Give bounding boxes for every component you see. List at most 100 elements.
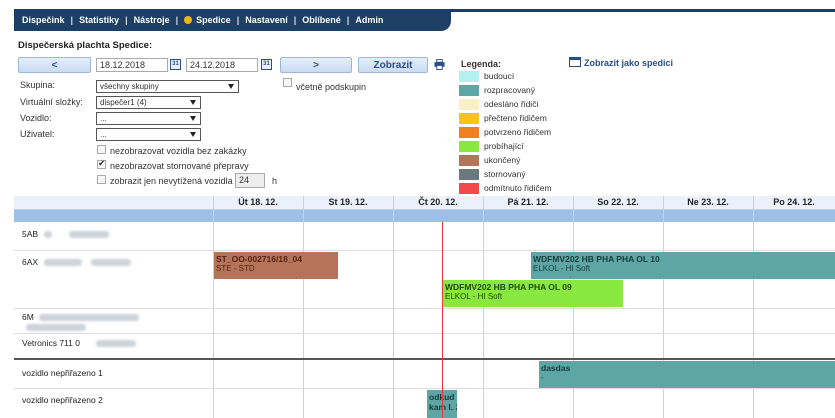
nav-item-admin[interactable]: Admin — [355, 15, 383, 25]
day-header: Út 18. 12. — [238, 197, 278, 207]
gantt-task[interactable]: WDFMV202 HB PHA PHA OL 09 ELKOL - HI Sof… — [443, 280, 623, 307]
redacted-text — [96, 340, 137, 348]
gantt-row-label: vozidlo nepřiřazeno 2 — [22, 395, 103, 405]
gantt-task[interactable]: dasdas - — [539, 361, 835, 388]
redacted-text — [39, 314, 140, 322]
legend-label: budoucí — [484, 71, 515, 81]
user-select[interactable]: ... — [96, 128, 201, 141]
legend-label: stornovaný — [484, 169, 526, 179]
group-select[interactable]: všechny skupiny — [96, 80, 239, 93]
date-to-input[interactable]: 24.12.2018 — [186, 58, 258, 72]
row-separator — [14, 388, 835, 389]
chevron-down-icon — [190, 100, 196, 105]
group-select-value: všechny skupiny — [100, 82, 159, 91]
task-title: ST_OO-002716/18_04 — [216, 254, 303, 264]
legend-swatch — [459, 155, 479, 166]
nav-item-spedice[interactable]: Spedice — [196, 15, 231, 25]
legend-label: odmítnuto řidičem — [484, 183, 552, 193]
task-title: WDFMV202 HB PHA PHA OL 10 — [533, 254, 660, 264]
prev-week-button[interactable]: < — [18, 57, 91, 73]
legend-swatch — [459, 113, 479, 124]
calendar-icon[interactable]: 31 — [261, 59, 272, 70]
nav-item-nastroje[interactable]: Nástroje — [134, 15, 170, 25]
task-subtitle: ELKOL - HI Soft — [533, 264, 591, 273]
redacted-text — [44, 231, 53, 239]
gantt-row-label: Vetronics 711 0 — [22, 338, 137, 348]
row-separator — [14, 358, 835, 360]
task-subtitle: STE - STD — [216, 264, 255, 273]
user-label: Uživatel: — [20, 129, 55, 139]
vehicle-label: Vozidlo: — [20, 113, 52, 123]
legend-swatch — [459, 183, 479, 194]
day-header: So 22. 12. — [597, 197, 639, 207]
redacted-text — [68, 231, 109, 239]
hide-empty-vehicles-checkbox[interactable] — [97, 145, 106, 154]
vehicle-plate: Vetronics 711 0 — [22, 338, 80, 348]
task-title: dasdas — [541, 363, 571, 373]
header-line — [451, 9, 835, 12]
vehicle-plate: 5AB — [22, 229, 39, 239]
legend-label: rozpracovaný — [484, 85, 536, 95]
grid-line — [393, 196, 394, 418]
nav-item-statistiky[interactable]: Statistiky — [79, 15, 119, 25]
gantt-row-label: 5AB — [22, 229, 109, 239]
hide-cancelled-label: nezobrazovat stornované přepravy — [110, 161, 249, 171]
legend-swatch — [459, 141, 479, 152]
gantt-task[interactable]: ST_OO-002716/18_04 STE - STD — [214, 252, 338, 279]
vehicle-select[interactable]: ... — [96, 112, 201, 125]
vehicle-plate: 6AX — [22, 257, 39, 267]
redacted-text — [26, 324, 86, 332]
gantt-task[interactable]: WDFMV202 HB PHA PHA OL 10 ELKOL - HI Sof… — [531, 252, 835, 279]
calendar-icon[interactable]: 31 — [170, 59, 181, 70]
hours-unit: h — [272, 176, 278, 186]
include-subgroups-label: včetně podskupin — [296, 82, 367, 92]
group-label: Skupina: — [20, 80, 56, 90]
active-dot-icon — [184, 16, 193, 24]
hide-cancelled-checkbox[interactable] — [97, 158, 106, 169]
legend-title: Legenda: — [461, 59, 502, 69]
show-button[interactable]: Zobrazit — [358, 57, 428, 73]
hide-empty-vehicles-label: nezobrazovat vozidla bez zakázky — [110, 146, 247, 156]
task-title: WDFMV202 HB PHA PHA OL 09 — [445, 282, 572, 292]
legend-swatch — [459, 99, 479, 110]
virtual-folders-value: dispečer1 (4) — [100, 98, 147, 107]
nav-item-nastaveni[interactable]: Nastavení — [245, 15, 288, 25]
virtual-folders-label: Virtuální složky: — [20, 97, 83, 107]
gantt-row-label: 6M — [22, 312, 140, 332]
day-header: Ne 23. 12. — [687, 197, 729, 207]
legend-label: ukončený — [484, 155, 521, 165]
chevron-down-icon — [228, 84, 234, 89]
nav-item-oblibene[interactable]: Oblíbené — [302, 15, 341, 25]
grid-line — [213, 196, 214, 418]
date-from-input[interactable]: 18.12.2018 — [96, 58, 168, 72]
legend-swatch — [459, 71, 479, 82]
row-separator — [14, 308, 835, 309]
page-title: Dispečerská plachta Spedice: — [18, 40, 153, 51]
next-week-button[interactable]: > — [280, 57, 352, 73]
day-header: Pá 21. 12. — [507, 197, 549, 207]
show-as-forwarder-link[interactable]: Zobrazit jako spedici — [584, 58, 673, 68]
legend-label: probíhající — [484, 141, 524, 151]
virtual-folders-select[interactable]: dispečer1 (4) — [96, 96, 201, 109]
legend-swatch — [459, 127, 479, 138]
chevron-down-icon — [190, 132, 196, 137]
include-subgroups-checkbox[interactable] — [283, 78, 292, 87]
legend-swatch — [459, 85, 479, 96]
vehicle-select-value: ... — [100, 114, 107, 123]
only-unloaded-label: zobrazit jen nevytížená vozidla — [110, 176, 233, 186]
vehicle-plate: 6M — [22, 312, 34, 322]
day-header: Po 24. 12. — [773, 197, 815, 207]
redacted-text — [44, 259, 83, 267]
only-unloaded-checkbox[interactable] — [97, 175, 106, 184]
print-icon[interactable] — [434, 59, 445, 70]
forwarder-view-icon[interactable] — [569, 57, 581, 67]
gantt-row-label: 6AX — [22, 257, 131, 267]
task-subtitle: ELKOL - HI Soft — [445, 292, 503, 301]
nav-item-dispecink[interactable]: Dispečink — [22, 15, 65, 25]
day-header: Čt 20. 12. — [418, 197, 458, 207]
gantt-row-label: vozidlo nepřiřazeno 1 — [22, 368, 103, 378]
grid-line — [303, 196, 304, 418]
main-nav: Dispečink | Statistiky | Nástroje | Spedice… — [14, 9, 451, 31]
row-separator — [14, 333, 835, 334]
hours-input[interactable]: 24 — [235, 173, 265, 188]
